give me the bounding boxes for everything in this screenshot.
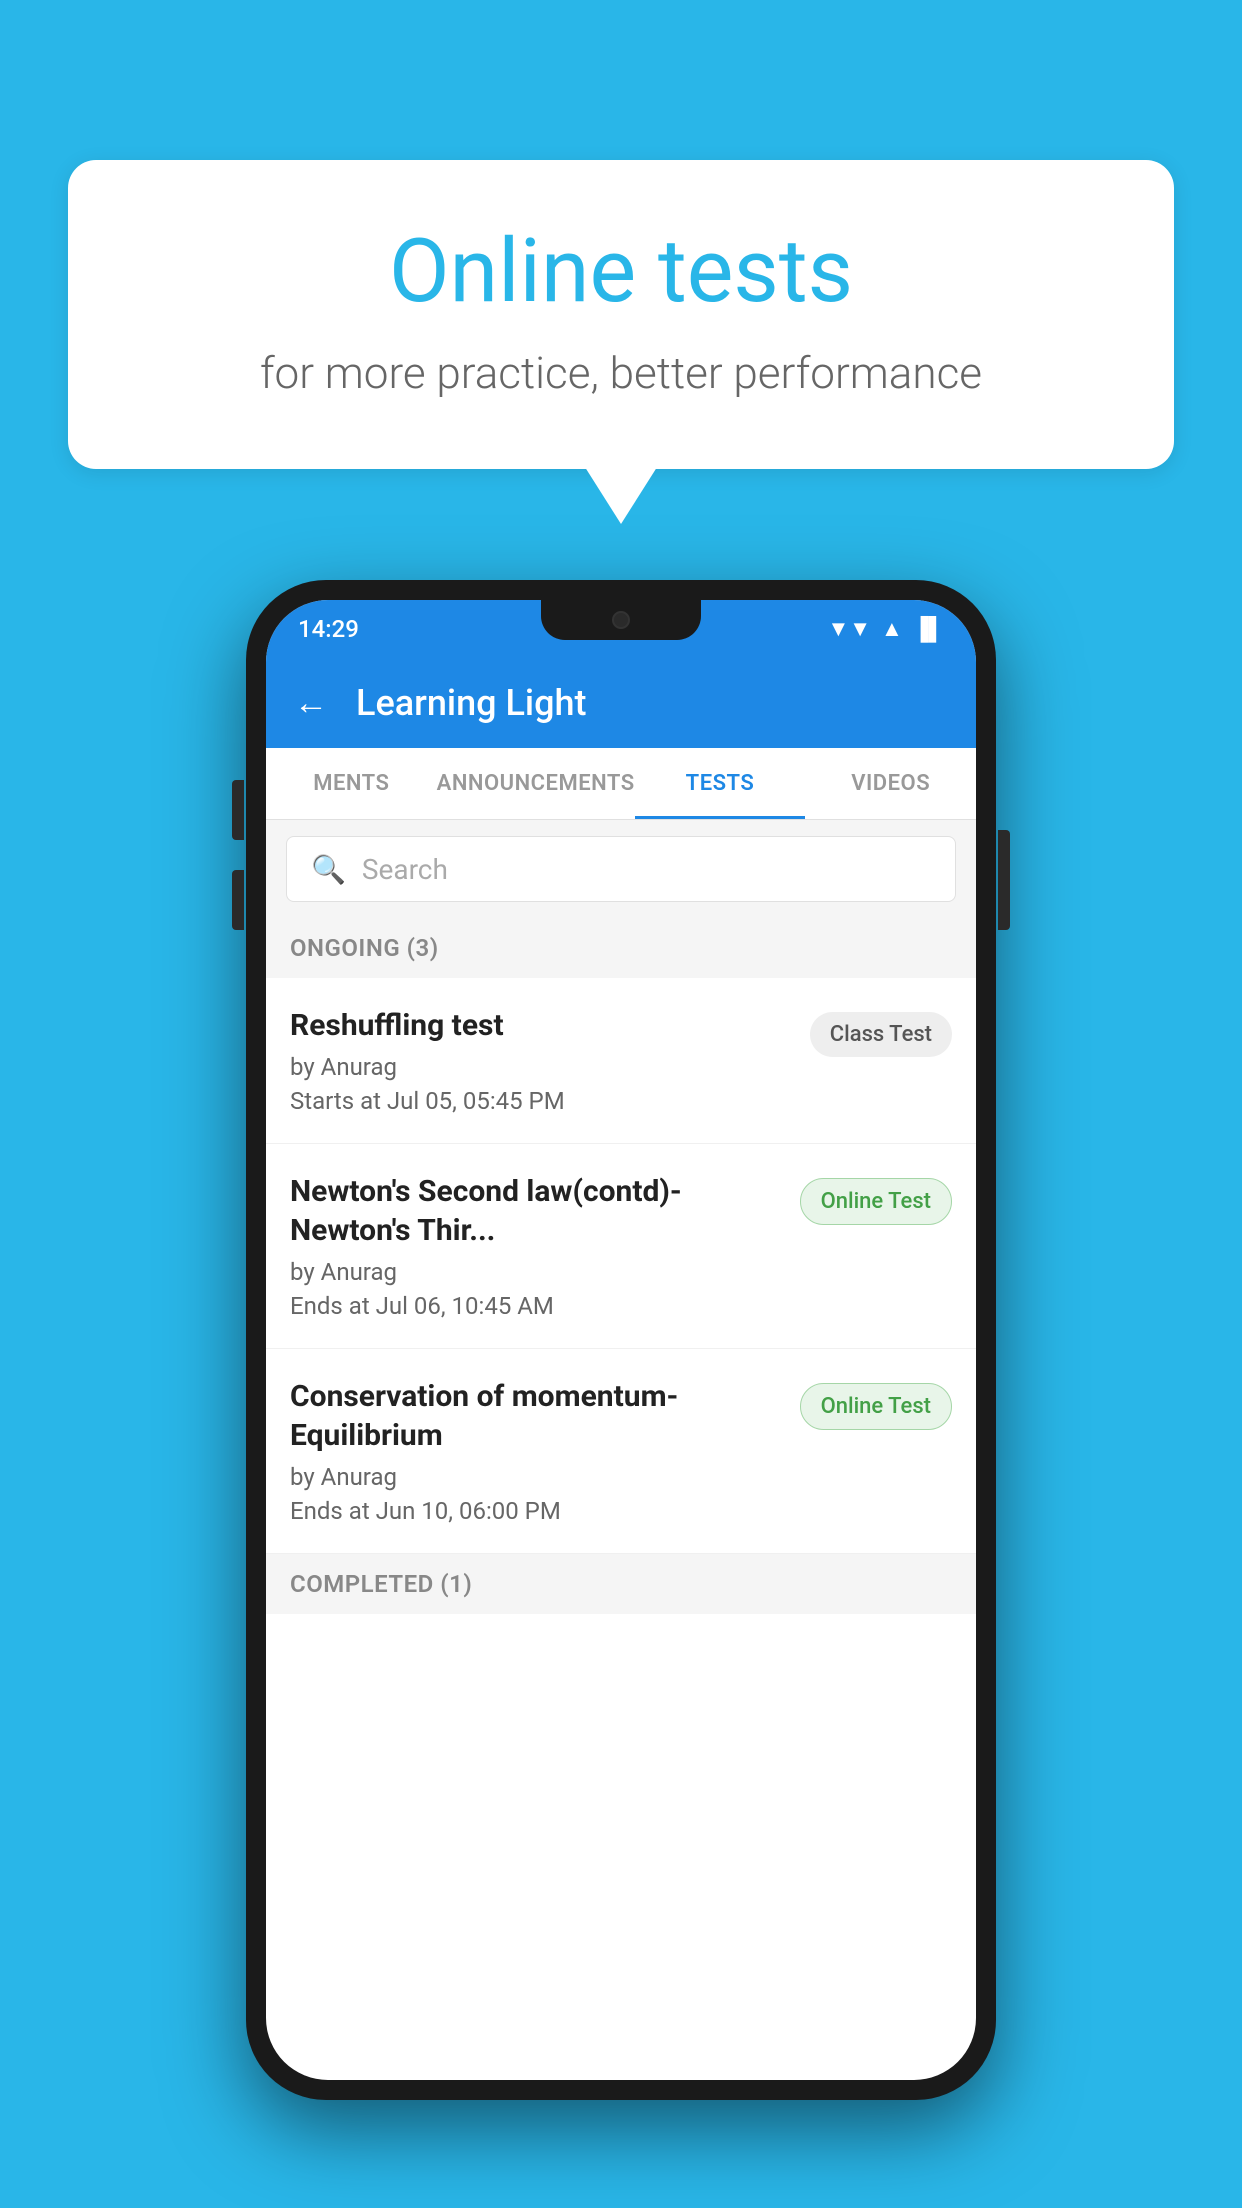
test-info-3: Conservation of momentum-Equilibrium by … — [290, 1377, 800, 1525]
test-time-2: Ends at Jul 06, 10:45 AM — [290, 1292, 784, 1320]
signal-icon: ▲ — [881, 616, 903, 642]
test-info-1: Reshuffling test by Anurag Starts at Jul… — [290, 1006, 810, 1115]
test-item-2[interactable]: Newton's Second law(contd)-Newton's Thir… — [266, 1144, 976, 1349]
test-author-1: by Anurag — [290, 1053, 794, 1081]
speech-bubble-title: Online tests — [148, 220, 1094, 323]
status-icons: ▼▼ ▲ ▐▌ — [827, 616, 944, 642]
speech-bubble: Online tests for more practice, better p… — [68, 160, 1174, 469]
test-name-2: Newton's Second law(contd)-Newton's Thir… — [290, 1172, 784, 1250]
wifi-icon: ▼▼ — [827, 616, 871, 642]
app-header: ← Learning Light — [266, 658, 976, 748]
test-item-3[interactable]: Conservation of momentum-Equilibrium by … — [266, 1349, 976, 1554]
test-badge-3: Online Test — [800, 1383, 952, 1430]
battery-icon: ▐▌ — [913, 616, 944, 642]
tab-videos[interactable]: VIDEOS — [805, 748, 976, 819]
speech-bubble-subtitle: for more practice, better performance — [148, 347, 1094, 399]
power-button — [998, 830, 1010, 930]
test-name-1: Reshuffling test — [290, 1006, 794, 1045]
phone-wrapper: 14:29 ▼▼ ▲ ▐▌ ← Learning Light MENTS ANN… — [246, 580, 996, 2100]
search-placeholder: Search — [362, 853, 448, 886]
test-author-2: by Anurag — [290, 1258, 784, 1286]
tab-announcements[interactable]: ANNOUNCEMENTS — [437, 748, 635, 819]
tab-ments[interactable]: MENTS — [266, 748, 437, 819]
back-button[interactable]: ← — [294, 683, 328, 723]
test-badge-1: Class Test — [810, 1012, 952, 1057]
app-title: Learning Light — [356, 682, 586, 724]
volume-up-button — [232, 780, 244, 840]
phone-screen: 14:29 ▼▼ ▲ ▐▌ ← Learning Light MENTS ANN… — [266, 600, 976, 2080]
test-time-3: Ends at Jun 10, 06:00 PM — [290, 1497, 784, 1525]
test-list: Reshuffling test by Anurag Starts at Jul… — [266, 978, 976, 1554]
test-author-3: by Anurag — [290, 1463, 784, 1491]
tab-tests[interactable]: TESTS — [635, 748, 806, 819]
test-name-3: Conservation of momentum-Equilibrium — [290, 1377, 784, 1455]
test-info-2: Newton's Second law(contd)-Newton's Thir… — [290, 1172, 800, 1320]
search-icon: 🔍 — [311, 853, 346, 886]
ongoing-section-header: ONGOING (3) — [266, 918, 976, 978]
front-camera — [612, 611, 630, 629]
test-item-1[interactable]: Reshuffling test by Anurag Starts at Jul… — [266, 978, 976, 1144]
phone-frame: 14:29 ▼▼ ▲ ▐▌ ← Learning Light MENTS ANN… — [246, 580, 996, 2100]
tabs-bar: MENTS ANNOUNCEMENTS TESTS VIDEOS — [266, 748, 976, 820]
completed-section-header: COMPLETED (1) — [266, 1554, 976, 1614]
search-container: 🔍 Search — [266, 820, 976, 918]
status-time: 14:29 — [298, 615, 359, 643]
test-time-1: Starts at Jul 05, 05:45 PM — [290, 1087, 794, 1115]
volume-down-button — [232, 870, 244, 930]
search-box[interactable]: 🔍 Search — [286, 836, 956, 902]
phone-notch — [541, 600, 701, 640]
test-badge-2: Online Test — [800, 1178, 952, 1225]
